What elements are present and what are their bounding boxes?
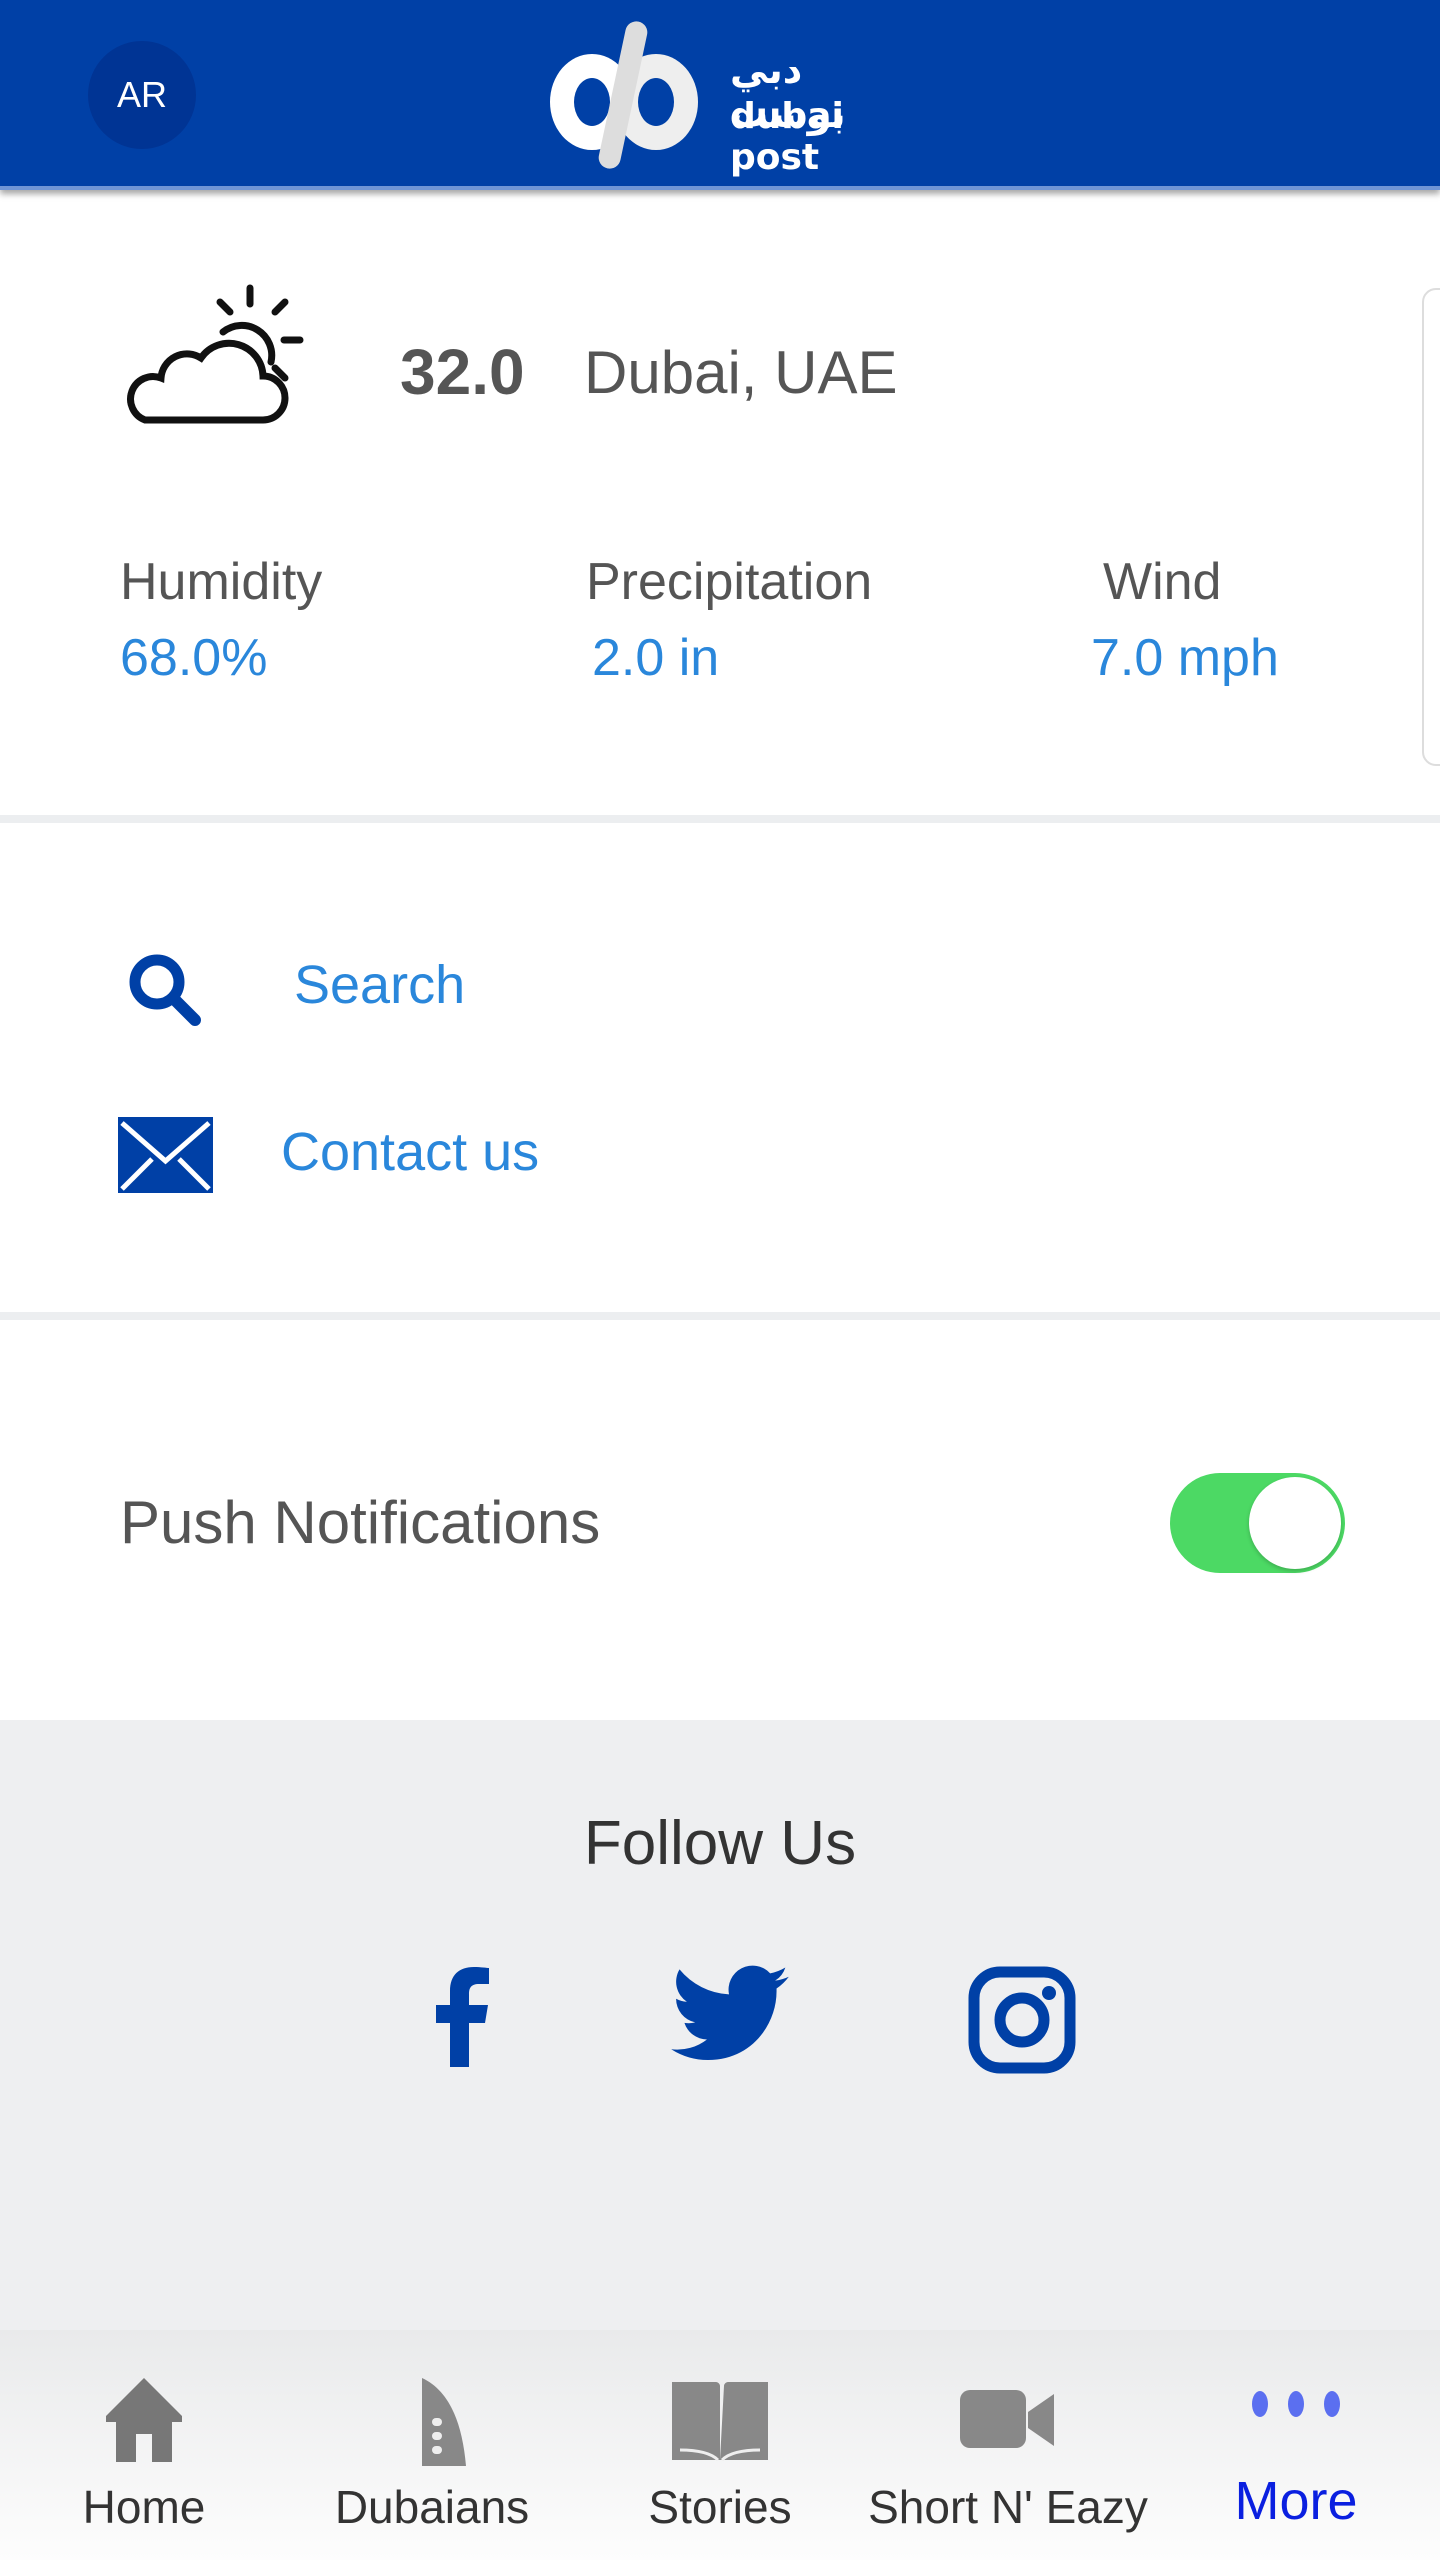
search-label: Search	[294, 955, 466, 1015]
precipitation-value: 2.0 in	[592, 629, 720, 687]
video-camera-icon	[960, 2390, 1054, 2448]
book-icon	[672, 2382, 768, 2462]
location: Dubai, UAE	[584, 339, 898, 406]
facebook-icon[interactable]	[432, 1967, 498, 2067]
precipitation-label: Precipitation	[586, 553, 873, 611]
more-dots-icon	[1252, 2391, 1340, 2417]
toggle-knob	[1249, 1477, 1341, 1569]
tab-label: Stories	[648, 2481, 792, 2533]
temperature: 32.0	[400, 336, 525, 408]
language-toggle-button[interactable]: AR	[88, 41, 196, 149]
contact-us-link[interactable]: Contact us	[110, 1097, 610, 1207]
instagram-icon[interactable]	[968, 1966, 1076, 2074]
burj-al-arab-icon	[422, 2370, 466, 2466]
tab-label: Home	[82, 2481, 206, 2533]
bottom-tab-bar: Home Dubaians Stories Short N' Eazy More	[0, 2330, 1440, 2560]
tab-label: Dubaians	[334, 2481, 530, 2533]
tab-more[interactable]: More	[1152, 2330, 1440, 2560]
home-icon	[106, 2378, 182, 2462]
push-notifications-label: Push Notifications	[120, 1489, 601, 1556]
tab-label: More	[1234, 2471, 1358, 2531]
weather-card-edge	[1422, 288, 1440, 766]
divider	[0, 1312, 1440, 1320]
search-link[interactable]: Search	[110, 930, 610, 1040]
logo-english-text: dubai post	[730, 96, 844, 178]
follow-us-title: Follow Us	[583, 1809, 857, 1878]
dubai-post-logo: دبي بوست dubai post	[540, 20, 910, 178]
tab-home[interactable]: Home	[0, 2330, 288, 2560]
mail-icon	[118, 1117, 213, 1193]
tab-short-n-eazy[interactable]: Short N' Eazy	[864, 2330, 1152, 2560]
twitter-icon[interactable]	[670, 1965, 790, 2063]
divider	[0, 815, 1440, 823]
wind-value: 7.0 mph	[1091, 629, 1279, 687]
partly-cloudy-icon	[127, 284, 304, 424]
contact-us-label: Contact us	[281, 1122, 540, 1182]
app-header: AR دبي بوست dubai post	[0, 0, 1440, 190]
tab-stories[interactable]: Stories	[576, 2330, 864, 2560]
tab-dubaians[interactable]: Dubaians	[288, 2330, 576, 2560]
search-icon	[129, 954, 201, 1026]
tab-label: Short N' Eazy	[868, 2481, 1148, 2533]
humidity-label: Humidity	[120, 553, 323, 611]
push-notifications-toggle[interactable]	[1170, 1473, 1345, 1573]
wind-label: Wind	[1103, 553, 1222, 611]
humidity-value: 68.0%	[120, 629, 268, 687]
